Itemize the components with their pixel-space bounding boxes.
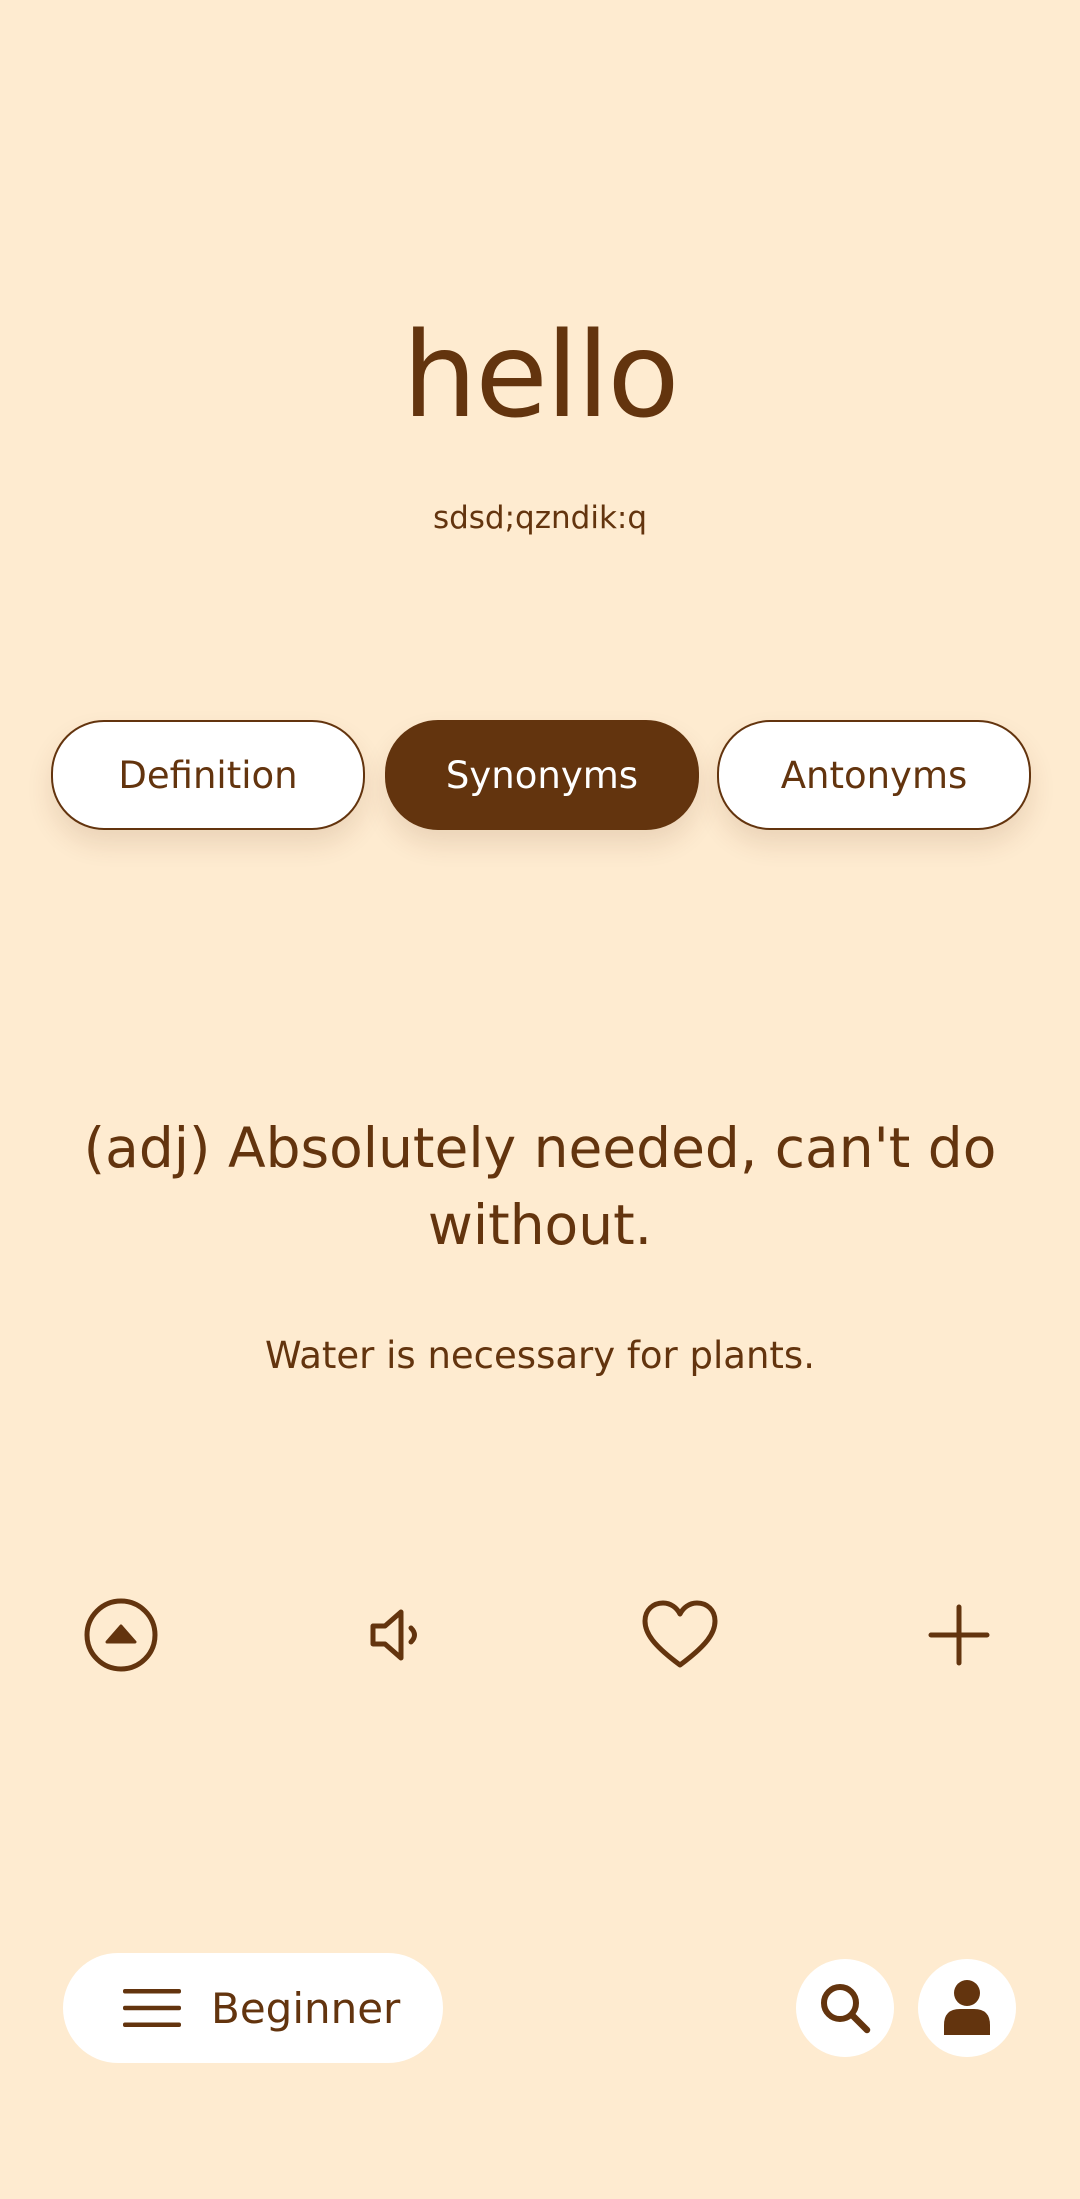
tab-synonyms[interactable]: Synonyms bbox=[385, 720, 699, 830]
word-phonetic: sdsd;qzndik:q bbox=[432, 500, 648, 536]
example-sentence: Water is necessary for plants. bbox=[265, 1334, 815, 1377]
plus-icon bbox=[928, 1604, 990, 1666]
hamburger-icon bbox=[123, 1989, 181, 2027]
tab-definition[interactable]: Definition bbox=[51, 720, 365, 830]
word-title: hello bbox=[402, 306, 679, 444]
level-label: Beginner bbox=[211, 1983, 401, 2033]
pronounce-button[interactable] bbox=[360, 1595, 440, 1675]
collapse-button[interactable] bbox=[81, 1595, 161, 1675]
profile-button[interactable] bbox=[918, 1959, 1016, 2057]
user-icon bbox=[944, 1980, 990, 2035]
eject-icon bbox=[84, 1598, 158, 1672]
speaker-icon bbox=[370, 1609, 417, 1661]
meaning-text: (adj) Absolutely needed, can't do withou… bbox=[83, 1116, 997, 1257]
tab-antonyms[interactable]: Antonyms bbox=[717, 720, 1031, 830]
heart-icon bbox=[642, 1600, 718, 1668]
favorite-button[interactable] bbox=[640, 1595, 720, 1675]
search-button[interactable] bbox=[796, 1959, 894, 2057]
add-button[interactable] bbox=[919, 1595, 999, 1675]
tab-bar: Definition Synonyms Antonyms bbox=[51, 720, 1031, 830]
search-icon bbox=[821, 1984, 871, 2034]
level-selector-button[interactable]: Beginner bbox=[63, 1953, 443, 2063]
